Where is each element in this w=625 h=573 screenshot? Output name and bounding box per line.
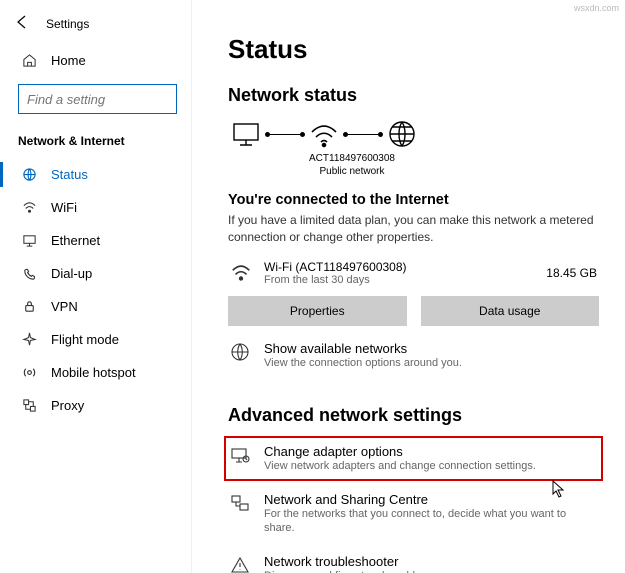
sharing-desc: For the networks that you connect to, de… — [264, 507, 597, 536]
ssid-label: ACT118497600308 — [292, 152, 412, 165]
status-icon — [22, 167, 37, 182]
ethernet-icon — [22, 233, 37, 248]
home-button[interactable]: Home — [0, 45, 191, 76]
settings-header: Settings — [0, 10, 191, 45]
adapter-name: Wi-Fi (ACT118497600308) — [264, 260, 534, 274]
globe-icon — [230, 342, 250, 362]
nav-label: Dial-up — [51, 266, 92, 281]
sharing-title: Network and Sharing Centre — [264, 492, 597, 507]
network-diagram — [228, 118, 599, 150]
advanced-title: Advanced network settings — [228, 405, 599, 426]
home-label: Home — [51, 53, 86, 68]
network-status-title: Network status — [228, 85, 599, 106]
sidebar-item-wifi[interactable]: WiFi — [0, 191, 191, 224]
category-title: Network & Internet — [0, 128, 191, 158]
computer-icon — [230, 118, 262, 150]
troubleshooter-title: Network troubleshooter — [264, 554, 439, 569]
nav-label: Status — [51, 167, 88, 182]
usage-row: Wi-Fi (ACT118497600308) From the last 30… — [228, 256, 599, 296]
nav-label: Flight mode — [51, 332, 119, 347]
search-box[interactable] — [18, 84, 177, 114]
wifi-signal-icon — [308, 118, 340, 150]
sharing-centre-option[interactable]: Network and Sharing Centre For the netwo… — [228, 483, 599, 545]
troubleshooter-option[interactable]: Network troubleshooter Diagnose and fix … — [228, 545, 599, 573]
adapter-option-desc: View network adapters and change connect… — [264, 459, 536, 473]
home-icon — [22, 53, 37, 68]
network-type-label: Public network — [292, 165, 412, 178]
diagram-labels: ACT118497600308 Public network — [292, 152, 412, 178]
search-input[interactable] — [27, 92, 205, 107]
hotspot-icon — [22, 365, 37, 380]
sidebar-item-status[interactable]: Status — [0, 158, 191, 191]
airplane-icon — [22, 332, 37, 347]
wifi-icon — [22, 200, 37, 215]
button-row: Properties Data usage — [228, 296, 599, 326]
change-adapter-option[interactable]: Change adapter options View network adap… — [224, 436, 603, 481]
watermark: wsxdn.com — [574, 3, 619, 13]
sidebar-item-flight-mode[interactable]: Flight mode — [0, 323, 191, 356]
warning-icon — [230, 555, 250, 573]
nav-label: Proxy — [51, 398, 84, 413]
main-content: Status Network status ACT118497600308 Pu… — [192, 0, 625, 573]
sidebar: Settings Home Network & Internet Status … — [0, 0, 192, 573]
vpn-icon — [22, 299, 37, 314]
wifi-icon — [230, 262, 252, 284]
adapter-option-title: Change adapter options — [264, 444, 536, 459]
troubleshooter-desc: Diagnose and fix network problems. — [264, 569, 439, 573]
connection-line — [268, 134, 302, 135]
back-icon[interactable] — [14, 14, 30, 33]
sidebar-item-ethernet[interactable]: Ethernet — [0, 224, 191, 257]
nav-label: Ethernet — [51, 233, 100, 248]
page-title: Status — [228, 34, 599, 65]
sidebar-item-mobile-hotspot[interactable]: Mobile hotspot — [0, 356, 191, 389]
nav-label: WiFi — [51, 200, 77, 215]
dialup-icon — [22, 266, 37, 281]
show-networks-desc: View the connection options around you. — [264, 356, 462, 370]
usage-period: From the last 30 days — [264, 274, 534, 286]
connected-body: If you have a limited data plan, you can… — [228, 212, 599, 246]
sharing-icon — [230, 493, 250, 513]
proxy-icon — [22, 398, 37, 413]
sidebar-item-vpn[interactable]: VPN — [0, 290, 191, 323]
sidebar-item-dialup[interactable]: Dial-up — [0, 257, 191, 290]
data-usage-button[interactable]: Data usage — [421, 296, 600, 326]
adapter-icon — [230, 445, 250, 465]
show-networks-title: Show available networks — [264, 341, 462, 356]
nav-label: VPN — [51, 299, 78, 314]
usage-value: 18.45 GB — [546, 266, 597, 280]
globe-icon — [386, 118, 418, 150]
connected-title: You're connected to the Internet — [228, 192, 599, 208]
settings-title: Settings — [46, 17, 89, 31]
properties-button[interactable]: Properties — [228, 296, 407, 326]
nav-label: Mobile hotspot — [51, 365, 136, 380]
connection-line — [346, 134, 380, 135]
show-networks-option[interactable]: Show available networks View the connect… — [228, 332, 599, 379]
sidebar-item-proxy[interactable]: Proxy — [0, 389, 191, 422]
